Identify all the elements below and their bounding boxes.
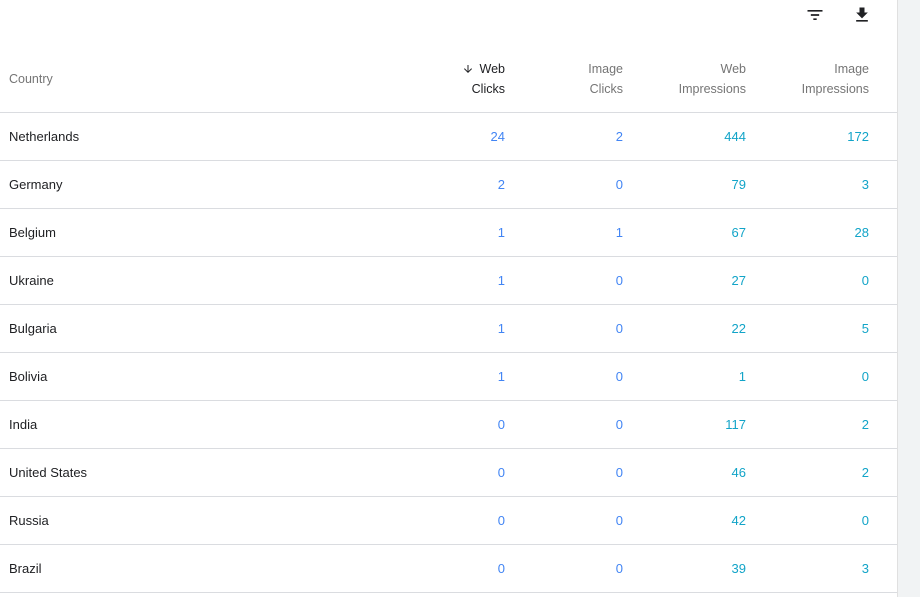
web-clicks-cell: 0 (497, 512, 505, 528)
country-cell: Belgium (9, 224, 56, 240)
side-scroll-region (897, 0, 920, 597)
web-clicks-cell: 0 (497, 560, 505, 576)
web-impressions-cell: 46 (731, 464, 746, 480)
image-clicks-cell: 1 (615, 224, 623, 240)
table-row[interactable]: Belgium 1 1 67 28 (0, 208, 897, 256)
country-cell: Russia (9, 512, 49, 528)
web-impressions-cell: 39 (731, 560, 746, 576)
image-impressions-cell: 172 (847, 128, 869, 144)
web-clicks-cell: 1 (497, 224, 505, 240)
table-row[interactable]: Russia 0 0 42 0 (0, 496, 897, 544)
image-impressions-cell: 2 (861, 464, 869, 480)
web-clicks-cell: 2 (497, 176, 505, 192)
image-clicks-cell: 0 (615, 560, 623, 576)
country-cell: Bulgaria (9, 320, 57, 336)
image-clicks-cell: 0 (615, 512, 623, 528)
table-row[interactable]: Ukraine 1 0 27 0 (0, 256, 897, 304)
filter-list-icon (807, 10, 823, 20)
table-row[interactable]: Brazil 0 0 39 3 (0, 544, 897, 592)
column-header-label: Image (834, 62, 869, 77)
column-header-label: Clicks (471, 82, 505, 97)
image-impressions-cell: 0 (861, 368, 869, 384)
table-row[interactable]: Germany 2 0 79 3 (0, 160, 897, 208)
image-impressions-cell: 0 (861, 272, 869, 288)
column-header-web-impressions[interactable]: Web Impressions (623, 47, 746, 112)
web-clicks-cell: 0 (497, 416, 505, 432)
countries-table: Country Web Clicks Image Clicks Web Impr… (0, 47, 897, 593)
column-header-label: Impressions (801, 82, 869, 97)
column-header-label: Clicks (589, 82, 623, 97)
web-clicks-cell: 1 (497, 272, 505, 288)
column-header-label: Web (479, 62, 505, 77)
web-clicks-cell: 1 (497, 320, 505, 336)
filter-button[interactable] (803, 3, 827, 27)
row-spacer (869, 256, 897, 304)
web-clicks-cell: 24 (490, 128, 505, 144)
web-clicks-cell: 1 (497, 368, 505, 384)
row-spacer (869, 496, 897, 544)
row-spacer (869, 544, 897, 592)
web-impressions-cell: 27 (731, 272, 746, 288)
column-header-image-clicks[interactable]: Image Clicks (505, 47, 623, 112)
column-header-country[interactable]: Country (0, 47, 400, 112)
image-clicks-cell: 0 (615, 368, 623, 384)
web-impressions-cell: 444 (724, 128, 746, 144)
country-cell: United States (9, 464, 88, 480)
country-cell: Ukraine (9, 272, 54, 288)
image-impressions-cell: 5 (861, 320, 869, 336)
web-impressions-cell: 67 (731, 224, 746, 240)
column-header-label: Web (720, 62, 746, 77)
row-spacer (869, 160, 897, 208)
row-spacer (869, 448, 897, 496)
column-header-label: Country (9, 72, 53, 87)
table-row[interactable]: Bulgaria 1 0 22 5 (0, 304, 897, 352)
header-spacer (869, 47, 897, 112)
row-spacer (869, 352, 897, 400)
row-spacer (869, 400, 897, 448)
column-header-label: Impressions (678, 82, 746, 97)
column-header-label: Image (588, 62, 623, 77)
download-button[interactable] (850, 3, 874, 27)
country-cell: India (9, 416, 38, 432)
table-row[interactable]: United States 0 0 46 2 (0, 448, 897, 496)
web-clicks-cell: 0 (497, 464, 505, 480)
image-clicks-cell: 2 (615, 128, 623, 144)
country-cell: Brazil (9, 560, 42, 576)
row-spacer (869, 112, 897, 160)
country-performance-panel: Country Web Clicks Image Clicks Web Impr… (0, 0, 897, 597)
image-clicks-cell: 0 (615, 272, 623, 288)
web-impressions-cell: 117 (725, 416, 746, 432)
image-clicks-cell: 0 (615, 416, 623, 432)
download-icon (856, 7, 868, 22)
image-clicks-cell: 0 (615, 464, 623, 480)
web-impressions-cell: 1 (738, 368, 746, 384)
row-spacer (869, 208, 897, 256)
image-impressions-cell: 0 (861, 512, 869, 528)
column-header-image-impressions[interactable]: Image Impressions (746, 47, 869, 112)
image-clicks-cell: 0 (615, 320, 623, 336)
web-impressions-cell: 79 (731, 176, 746, 192)
image-impressions-cell: 3 (861, 176, 869, 192)
web-impressions-cell: 42 (731, 512, 746, 528)
table-row[interactable]: Bolivia 1 0 1 0 (0, 352, 897, 400)
table-header-row: Country Web Clicks Image Clicks Web Impr… (0, 47, 897, 112)
table-row[interactable]: India 0 0 117 2 (0, 400, 897, 448)
web-impressions-cell: 22 (731, 320, 746, 336)
image-clicks-cell: 0 (615, 176, 623, 192)
country-cell: Netherlands (9, 128, 80, 144)
column-header-web-clicks[interactable]: Web Clicks (400, 47, 505, 112)
country-cell: Germany (9, 176, 63, 192)
image-impressions-cell: 28 (854, 224, 869, 240)
arrow-downward-icon (463, 65, 472, 74)
image-impressions-cell: 3 (861, 560, 869, 576)
table-row[interactable]: Netherlands 24 2 444 172 (0, 112, 897, 160)
country-cell: Bolivia (9, 368, 48, 384)
image-impressions-cell: 2 (861, 416, 869, 432)
row-spacer (869, 304, 897, 352)
